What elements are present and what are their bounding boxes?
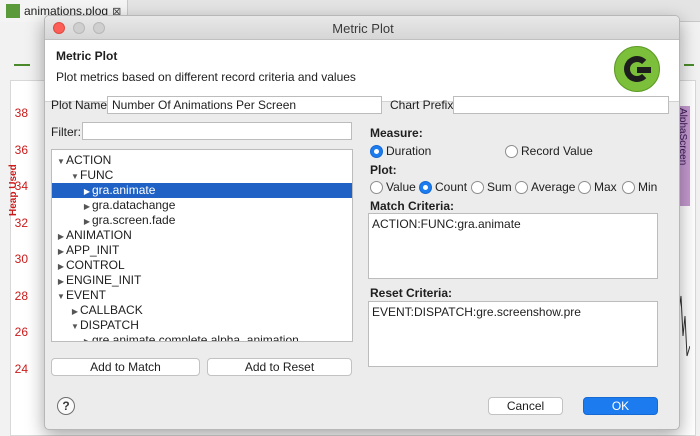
record-tree[interactable]: ▼ACTION ▼FUNC ▶ gra.animate ▶ gra.datachan… xyxy=(51,149,353,342)
tree-item-label: CALLBACK xyxy=(80,303,143,317)
match-criteria-textarea[interactable]: ACTION:FUNC:gra.animate xyxy=(368,213,658,279)
collapsed-icon[interactable]: ▶ xyxy=(56,259,66,274)
tree-item-label: DISPATCH xyxy=(80,318,139,332)
tree-item-action[interactable]: ▼ACTION xyxy=(52,153,352,168)
app-logo-icon xyxy=(614,46,660,92)
y-axis-label: Heap Used xyxy=(8,164,19,216)
plot-sum-radio[interactable]: Sum xyxy=(471,179,512,195)
radio-icon[interactable] xyxy=(471,180,484,194)
dialog-titlebar: Metric Plot xyxy=(45,16,679,40)
y-tick-label: 24 xyxy=(14,361,28,376)
plot-max-radio[interactable]: Max xyxy=(578,179,617,195)
collapsed-icon[interactable]: ▶ xyxy=(82,334,92,341)
radio-icon[interactable] xyxy=(505,144,518,158)
collapsed-icon[interactable]: ▶ xyxy=(56,274,66,289)
tree-item-label: CONTROL xyxy=(66,258,125,272)
plot-average-radio[interactable]: Average xyxy=(515,179,575,195)
expanded-icon[interactable]: ▼ xyxy=(56,289,66,304)
tree-item-label: ANIMATION xyxy=(66,228,132,242)
filter-input[interactable] xyxy=(82,122,352,140)
radio-icon[interactable] xyxy=(578,180,591,194)
filter-label: Filter: xyxy=(51,125,81,139)
collapsed-icon[interactable]: ▶ xyxy=(82,184,92,199)
window-title: Metric Plot xyxy=(332,21,394,36)
radio-label: Value xyxy=(386,180,416,194)
add-to-reset-button[interactable]: Add to Reset xyxy=(207,358,352,376)
plot-name-label: Plot Name: xyxy=(51,98,111,112)
collapsed-icon[interactable]: ▶ xyxy=(70,304,80,319)
radio-label: Duration xyxy=(386,144,432,158)
dialog-header: Metric Plot Plot metrics based on differ… xyxy=(45,40,679,102)
y-tick-label: 28 xyxy=(14,288,28,303)
radio-label: Record Value xyxy=(521,144,593,158)
help-icon[interactable]: ? xyxy=(57,397,75,415)
add-to-match-button[interactable]: Add to Match xyxy=(51,358,200,376)
tree-item-control[interactable]: ▶ CONTROL xyxy=(52,258,352,273)
tree-item-gre-animate-complete[interactable]: ▶ gre.animate.complete.alpha_animation xyxy=(52,333,352,342)
radio-selected-icon[interactable] xyxy=(370,144,383,158)
tree-item-animation[interactable]: ▶ ANIMATION xyxy=(52,228,352,243)
radio-label: Min xyxy=(638,180,658,194)
measure-record-value-radio[interactable]: Record Value xyxy=(505,143,593,159)
bar-chart-icon[interactable] xyxy=(14,54,30,66)
tree-item-label: gra.datachange xyxy=(92,198,176,212)
tree-item-gra-animate[interactable]: ▶ gra.animate xyxy=(52,183,352,198)
tree-item-gra-screen-fade[interactable]: ▶ gra.screen.fade xyxy=(52,213,352,228)
tree-item-label: ACTION xyxy=(66,153,112,167)
cancel-button[interactable]: Cancel xyxy=(488,397,563,415)
plot-count-radio[interactable]: Count xyxy=(419,179,467,195)
plog-file-icon xyxy=(6,4,20,18)
reset-criteria-label: Reset Criteria: xyxy=(370,286,453,300)
metric-plot-dialog: Metric Plot Metric Plot Plot metrics bas… xyxy=(44,15,680,430)
plot-label: Plot: xyxy=(370,163,397,177)
collapsed-icon[interactable]: ▶ xyxy=(82,199,92,214)
tree-item-label: gre.animate.complete.alpha_animation xyxy=(92,333,299,342)
tree-item-dispatch[interactable]: ▼DISPATCH xyxy=(52,318,352,333)
tree-item-engine-init[interactable]: ▶ ENGINE_INIT xyxy=(52,273,352,288)
radio-label: Average xyxy=(531,180,576,194)
tree-item-label: FUNC xyxy=(80,168,114,182)
plot-name-input[interactable] xyxy=(107,96,382,114)
tree-item-label: EVENT xyxy=(66,288,107,302)
radio-icon[interactable] xyxy=(515,180,528,194)
header-description: Plot metrics based on different record c… xyxy=(56,70,356,84)
reset-criteria-textarea[interactable]: EVENT:DISPATCH:gre.screenshow.pre xyxy=(368,301,658,367)
chart-prefix-label: Chart Prefix: xyxy=(390,98,457,112)
ok-button[interactable]: OK xyxy=(583,397,658,415)
expanded-icon[interactable]: ▼ xyxy=(70,319,80,334)
tree-item-gra-datachange[interactable]: ▶ gra.datachange xyxy=(52,198,352,213)
match-criteria-label: Match Criteria: xyxy=(370,199,455,213)
radio-selected-icon[interactable] xyxy=(419,180,432,194)
measure-duration-radio[interactable]: Duration xyxy=(370,143,431,159)
tree-item-label: gra.screen.fade xyxy=(92,213,176,227)
y-tick-label: 36 xyxy=(14,142,28,157)
tree-item-callback[interactable]: ▶ CALLBACK xyxy=(52,303,352,318)
y-tick-label: 32 xyxy=(14,215,28,230)
expanded-icon[interactable]: ▼ xyxy=(56,154,66,169)
chart-prefix-input[interactable] xyxy=(453,96,669,114)
radio-icon[interactable] xyxy=(622,180,635,194)
header-title: Metric Plot xyxy=(56,49,118,63)
plot-value-radio[interactable]: Value xyxy=(370,179,416,195)
tree-item-func[interactable]: ▼FUNC xyxy=(52,168,352,183)
collapsed-icon[interactable]: ▶ xyxy=(56,244,66,259)
collapsed-icon[interactable]: ▶ xyxy=(82,214,92,229)
bar-chart-icon[interactable] xyxy=(684,54,694,66)
tree-item-label: gra.animate xyxy=(92,183,156,197)
collapsed-icon[interactable]: ▶ xyxy=(56,229,66,244)
tree-item-event[interactable]: ▼EVENT xyxy=(52,288,352,303)
radio-label: Sum xyxy=(487,180,512,194)
radio-icon[interactable] xyxy=(370,180,383,194)
tree-item-label: ENGINE_INIT xyxy=(66,273,142,287)
plot-min-radio[interactable]: Min xyxy=(622,179,657,195)
tree-item-app-init[interactable]: ▶ APP_INIT xyxy=(52,243,352,258)
radio-label: Max xyxy=(594,180,617,194)
expanded-icon[interactable]: ▼ xyxy=(70,169,80,184)
measure-label: Measure: xyxy=(370,126,423,140)
tree-item-label: APP_INIT xyxy=(66,243,120,257)
y-tick-label: 26 xyxy=(14,325,28,339)
y-tick-label: 38 xyxy=(14,106,28,120)
radio-label: Count xyxy=(435,180,468,194)
y-tick-label: 30 xyxy=(14,252,28,266)
